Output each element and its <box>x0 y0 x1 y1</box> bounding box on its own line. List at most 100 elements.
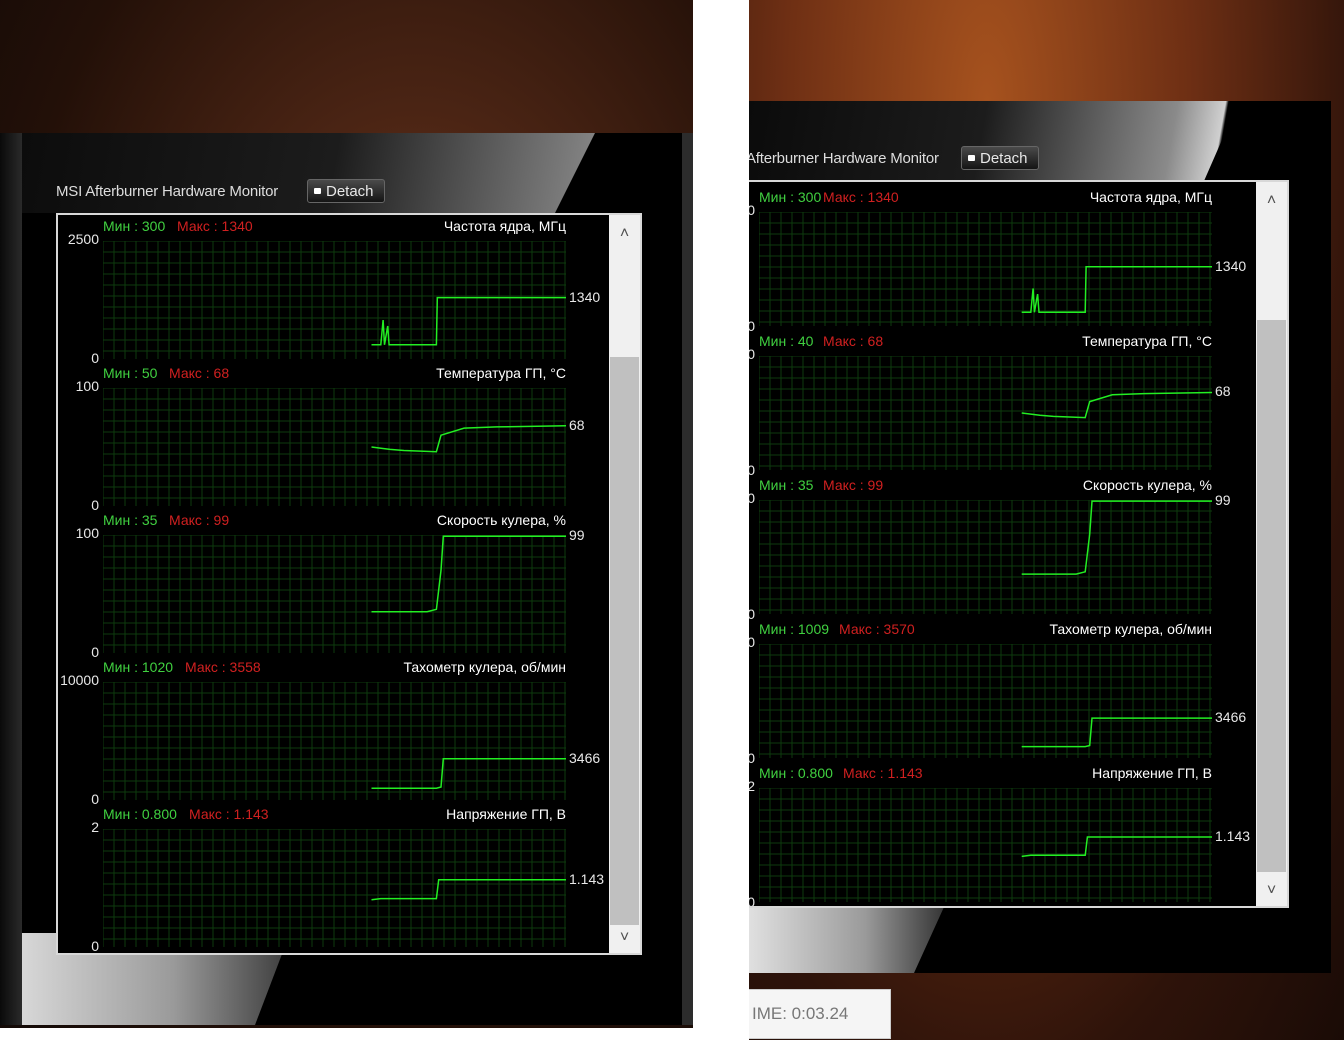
sensor-name-label: Тахометр кулера, об/мин <box>1049 621 1212 637</box>
sensor-graph: Мин : 35 Макс : 99 Скорость кулера, % 100 0 9… <box>58 509 609 660</box>
detach-label: Detach <box>980 149 1028 167</box>
sensor-graph: Мин : 1020 Макс : 3558 Тахометр кулера, об… <box>58 656 609 807</box>
y-axis-top-tick: 0 <box>749 202 755 218</box>
min-value-label: Мин : 40 <box>759 333 814 349</box>
detach-button[interactable]: Detach <box>961 146 1039 170</box>
detach-icon <box>314 188 321 194</box>
chevron-up-icon[interactable]: ˄ <box>1256 186 1287 216</box>
sensor-graph: Мин : 35 Макс : 99 Скорость кулера, % 0 0 99 <box>749 474 1256 622</box>
y-axis-top-tick: 2500 <box>67 231 99 247</box>
min-value-label: Мин : 1009 <box>759 621 830 637</box>
sensor-name-label: Напряжение ГП, В <box>1092 765 1212 781</box>
max-value-label: Макс : 3558 <box>185 659 261 675</box>
white-gap <box>693 0 749 1040</box>
detach-label: Detach <box>326 182 374 200</box>
max-value-label: Макс : 1340 <box>823 189 899 205</box>
sensor-plot <box>759 644 1212 758</box>
sensor-plot <box>103 535 566 653</box>
sensor-plot <box>103 388 566 506</box>
y-axis-bottom-tick: 0 <box>91 644 99 660</box>
current-value-label: 1340 <box>1215 257 1247 274</box>
current-value-label: 1.143 <box>1215 828 1251 845</box>
current-value-label: 3466 <box>1215 709 1247 726</box>
sensor-graph: Мин : 40 Макс : 68 Температура ГП, °С 0 0 68 <box>749 330 1256 478</box>
window-right-edge <box>682 133 693 1025</box>
vertical-scrollbar[interactable]: ˄ ˅ <box>609 215 640 953</box>
sensor-name-label: Напряжение ГП, В <box>446 806 566 822</box>
min-value-label: Мин : 300 <box>103 218 166 234</box>
sensor-plot <box>759 788 1212 902</box>
sensor-plot <box>759 500 1212 614</box>
sensor-line <box>371 878 566 901</box>
y-axis-top-tick: 10000 <box>60 672 99 688</box>
hardware-monitor-window-left: MSI Afterburner Hardware Monitor Detach … <box>0 133 693 1025</box>
scrollbar-thumb[interactable] <box>1257 320 1286 872</box>
sensor-plot <box>103 829 566 947</box>
y-axis-bottom-tick: 0 <box>91 350 99 366</box>
monitor-graph-area[interactable]: Мин : 0.800 Макс : 1.143 Напряжение ГП, В 2… <box>749 180 1289 908</box>
sensor-plot <box>103 682 566 800</box>
y-axis-top-tick: 100 <box>75 525 99 541</box>
hardware-monitor-window-right: Afterburner Hardware Monitor Detach Мин … <box>749 101 1331 973</box>
detach-button[interactable]: Detach <box>307 179 385 203</box>
window-bottom-sheen <box>749 907 944 973</box>
max-value-label: Макс : 1.143 <box>843 765 923 781</box>
current-value-label: 3466 <box>569 749 601 766</box>
y-axis-top-tick: 2 <box>91 819 99 835</box>
sensor-plot <box>103 241 566 359</box>
min-value-label: Мин : 35 <box>759 477 814 493</box>
y-axis-bottom-tick: 0 <box>91 791 99 807</box>
detach-icon <box>968 155 975 161</box>
y-axis-bottom-tick: 0 <box>749 606 755 622</box>
y-axis-bottom-tick: 0 <box>749 318 755 334</box>
sensor-line <box>371 535 566 613</box>
max-value-label: Макс : 68 <box>823 333 884 349</box>
sensor-name-label: Частота ядра, МГц <box>443 218 566 234</box>
min-value-label: Мин : 300 <box>759 189 822 205</box>
min-value-label: Мин : 1020 <box>103 659 174 675</box>
current-value-label: 1340 <box>569 288 601 305</box>
sensor-plot <box>759 212 1212 326</box>
max-value-label: Макс : 99 <box>823 477 884 493</box>
max-value-label: Макс : 1.143 <box>189 806 269 822</box>
bottom-strip <box>0 1028 693 1040</box>
sensor-graph: Мин : 1009 Макс : 3570 Тахометр кулера, об… <box>749 618 1256 766</box>
sensor-graph: Мин : 0.800 Макс : 1.143 Напряжение ГП, В 2… <box>58 803 609 953</box>
window-title: Afterburner Hardware Monitor <box>749 150 939 167</box>
vertical-scrollbar[interactable]: ˄ ˅ <box>1256 182 1287 906</box>
current-value-label: 68 <box>1215 383 1231 400</box>
sensor-line <box>371 425 566 453</box>
y-axis-bottom-tick: 0 <box>91 497 99 513</box>
sensor-name-label: Частота ядра, МГц <box>1089 189 1212 205</box>
current-value-label: 99 <box>1215 492 1231 509</box>
chevron-up-icon[interactable]: ˄ <box>609 219 640 249</box>
sensor-line <box>1021 391 1212 419</box>
monitor-graph-area[interactable]: Мин : 0.800 Макс : 1.143 Напряжение ГП, В 2… <box>56 213 642 955</box>
sensor-graph: Мин : 300 Макс : 1340 Частота ядра, МГц 250… <box>58 215 609 366</box>
sensor-name-label: Скорость кулера, % <box>1082 477 1212 493</box>
window-sheen <box>749 101 1239 181</box>
chevron-down-icon[interactable]: ˅ <box>609 923 640 953</box>
y-axis-bottom-tick: 0 <box>749 462 755 478</box>
scrollbar-thumb[interactable] <box>610 357 639 925</box>
y-axis-top-tick: 100 <box>75 378 99 394</box>
sensor-graph: Мин : 300Макс : 1340 Частота ядра, МГц 0 0 1… <box>749 186 1256 334</box>
y-axis-top-tick: 0 <box>749 346 755 362</box>
current-value-label: 99 <box>569 527 585 544</box>
y-axis-bottom-tick: 0 <box>749 750 755 766</box>
sensor-graph: Мин : 0.800 Макс : 1.143 Напряжение ГП, В 2… <box>749 762 1256 906</box>
sensor-plot <box>759 356 1212 470</box>
y-axis-bottom-tick: 0 <box>91 938 99 954</box>
min-value-label: Мин : 0.800 <box>103 806 177 822</box>
y-axis-bottom-tick: 0 <box>749 894 755 906</box>
max-value-label: Макс : 3570 <box>839 621 915 637</box>
max-value-label: Макс : 68 <box>169 365 230 381</box>
y-axis-top-tick: 0 <box>749 634 755 650</box>
sensor-line <box>371 296 566 346</box>
chevron-down-icon[interactable]: ˅ <box>1256 876 1287 906</box>
sensor-graph: Мин : 50 Макс : 68 Температура ГП, °С 100 0 6… <box>58 362 609 513</box>
min-value-label: Мин : 50 <box>103 365 158 381</box>
max-value-label: Макс : 1340 <box>177 218 253 234</box>
current-value-label: 68 <box>569 416 585 433</box>
current-value-label: 1.143 <box>569 870 605 887</box>
